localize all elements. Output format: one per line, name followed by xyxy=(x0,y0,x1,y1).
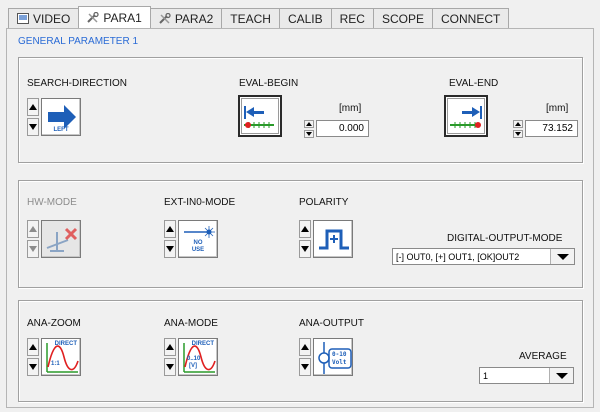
ana-zoom-button[interactable]: DIRECT 1:1 xyxy=(41,338,81,376)
ext-in0-icon-text-1: NO xyxy=(193,240,203,246)
digital-output-mode-value: [-] OUT0, [+] OUT1, [OK]OUT2 xyxy=(396,251,520,262)
ana-zoom-icon-text-1: DIRECT xyxy=(54,341,77,347)
tab-label: CALIB xyxy=(287,11,323,26)
video-icon xyxy=(17,13,29,24)
tab-scope[interactable]: SCOPE xyxy=(372,8,433,28)
eval-begin-unit: [mm] xyxy=(339,103,362,114)
tab-label: PARA2 xyxy=(174,11,214,26)
eval-end-label: EVAL-END xyxy=(449,78,499,89)
ana-output-icon-text-1: 0-10 xyxy=(332,351,347,358)
decrement-arrow[interactable] xyxy=(164,358,176,376)
decrement-arrow[interactable] xyxy=(513,130,523,138)
tab-connect[interactable]: CONNECT xyxy=(432,8,510,28)
search-direction-label: SEARCH-DIRECTION xyxy=(27,78,128,89)
ext-in0-mode-button[interactable]: NO USE xyxy=(178,220,218,258)
increment-arrow[interactable] xyxy=(299,220,311,238)
tab-calib[interactable]: CALIB xyxy=(278,8,332,28)
tab-label: PARA1 xyxy=(103,10,142,25)
ana-mode-icon-text-3: [V] xyxy=(189,363,197,369)
chevron-down-icon[interactable] xyxy=(550,249,574,264)
eval-begin-input[interactable]: 0.000 xyxy=(316,120,369,137)
digital-output-mode-label: DIGITAL-OUTPUT-MODE xyxy=(447,233,563,244)
ana-output-label: ANA-OUTPUT xyxy=(299,318,364,329)
tab-label: CONNECT xyxy=(441,11,501,26)
tab-label: TEACH xyxy=(230,11,271,26)
increment-arrow[interactable] xyxy=(27,220,39,238)
tab-teach[interactable]: TEACH xyxy=(221,8,280,28)
search-direction-spinner[interactable] xyxy=(27,98,39,136)
ana-zoom-label: ANA-ZOOM xyxy=(27,318,81,329)
hw-mode-spinner[interactable] xyxy=(27,220,39,258)
ana-mode-button[interactable]: DIRECT 0..10 [V] xyxy=(178,338,218,376)
tab-label: VIDEO xyxy=(33,11,71,26)
ana-mode-icon-text-1: DIRECT xyxy=(191,341,214,347)
polarity-button[interactable] xyxy=(313,220,353,258)
increment-arrow[interactable] xyxy=(299,338,311,356)
decrement-arrow[interactable] xyxy=(27,118,39,136)
eval-end-stepper[interactable] xyxy=(513,120,523,138)
increment-arrow[interactable] xyxy=(304,120,314,128)
average-value: 1 xyxy=(483,370,489,381)
voltage-source-icon xyxy=(318,342,352,374)
ana-output-spinner[interactable] xyxy=(299,338,311,376)
hw-mode-label: HW-MODE xyxy=(27,197,77,208)
search-direction-button[interactable]: LEFT xyxy=(41,98,81,136)
page-title: GENERAL PARAMETER 1 xyxy=(18,36,139,47)
switch-disabled-icon xyxy=(46,227,78,252)
decrement-arrow[interactable] xyxy=(27,358,39,376)
tab-label: SCOPE xyxy=(381,11,424,26)
decrement-arrow[interactable] xyxy=(299,240,311,258)
decrement-arrow[interactable] xyxy=(304,130,314,138)
eval-end-button[interactable] xyxy=(444,95,488,137)
polarity-spinner[interactable] xyxy=(299,220,311,258)
increment-arrow[interactable] xyxy=(513,120,523,128)
ana-zoom-spinner[interactable] xyxy=(27,338,39,376)
ana-zoom-icon-text-2: 1:1 xyxy=(51,361,60,367)
eval-end-icon xyxy=(450,106,482,128)
tools-icon xyxy=(159,13,171,24)
eval-begin-icon xyxy=(244,106,274,128)
decrement-arrow[interactable] xyxy=(164,240,176,258)
eval-begin-stepper[interactable] xyxy=(304,120,314,138)
decrement-arrow[interactable] xyxy=(299,358,311,376)
average-label: AVERAGE xyxy=(519,351,567,362)
ana-output-button[interactable]: 0-10 Volt xyxy=(313,338,353,376)
digital-output-mode-select[interactable]: [-] OUT0, [+] OUT1, [OK]OUT2 xyxy=(392,248,575,265)
chevron-down-icon[interactable] xyxy=(549,368,573,383)
tools-icon xyxy=(87,12,99,23)
polarity-label: POLARITY xyxy=(299,197,349,208)
ext-in0-icon-text-2: USE xyxy=(191,247,205,253)
positive-pulse-icon xyxy=(319,229,349,250)
tab-para2[interactable]: PARA2 xyxy=(149,8,223,28)
eval-end-unit: [mm] xyxy=(546,103,569,114)
group-modes: HW-MODE EXT-IN0-MODE NO USE POLARITY DIG… xyxy=(18,180,583,288)
eval-begin-button[interactable] xyxy=(238,95,282,137)
search-direction-icon-text: LEFT xyxy=(53,127,69,133)
eval-end-input[interactable]: 73.152 xyxy=(525,120,578,137)
tab-para1[interactable]: PARA1 xyxy=(78,6,151,28)
group-analog: ANA-ZOOM DIRECT 1:1 ANA-MODE DIRECT 0..1… xyxy=(18,300,583,402)
tab-bar: VIDEO PARA1 PARA2 TEACH CALIB REC SCOPE … xyxy=(8,6,510,28)
increment-arrow[interactable] xyxy=(164,220,176,238)
increment-arrow[interactable] xyxy=(164,338,176,356)
decrement-arrow[interactable] xyxy=(27,240,39,258)
tab-video[interactable]: VIDEO xyxy=(8,8,80,28)
increment-arrow[interactable] xyxy=(27,338,39,356)
ana-output-icon-text-2: Volt xyxy=(332,359,347,366)
eval-begin-label: EVAL-BEGIN xyxy=(239,78,299,89)
tab-rec[interactable]: REC xyxy=(330,8,374,28)
ext-in0-mode-spinner[interactable] xyxy=(164,220,176,258)
hw-mode-button[interactable] xyxy=(41,220,81,258)
group-search-eval: SEARCH-DIRECTION LEFT EVAL-BEGIN [mm] 0.… xyxy=(18,57,583,163)
ext-in0-mode-label: EXT-IN0-MODE xyxy=(164,197,236,208)
increment-arrow[interactable] xyxy=(27,98,39,116)
average-select[interactable]: 1 xyxy=(479,367,574,384)
ana-mode-icon-text-2: 0..10 xyxy=(187,356,201,362)
tab-page-para1: GENERAL PARAMETER 1 SEARCH-DIRECTION LEF… xyxy=(6,28,594,408)
ana-mode-label: ANA-MODE xyxy=(164,318,218,329)
tab-label: REC xyxy=(339,11,365,26)
ana-mode-spinner[interactable] xyxy=(164,338,176,376)
